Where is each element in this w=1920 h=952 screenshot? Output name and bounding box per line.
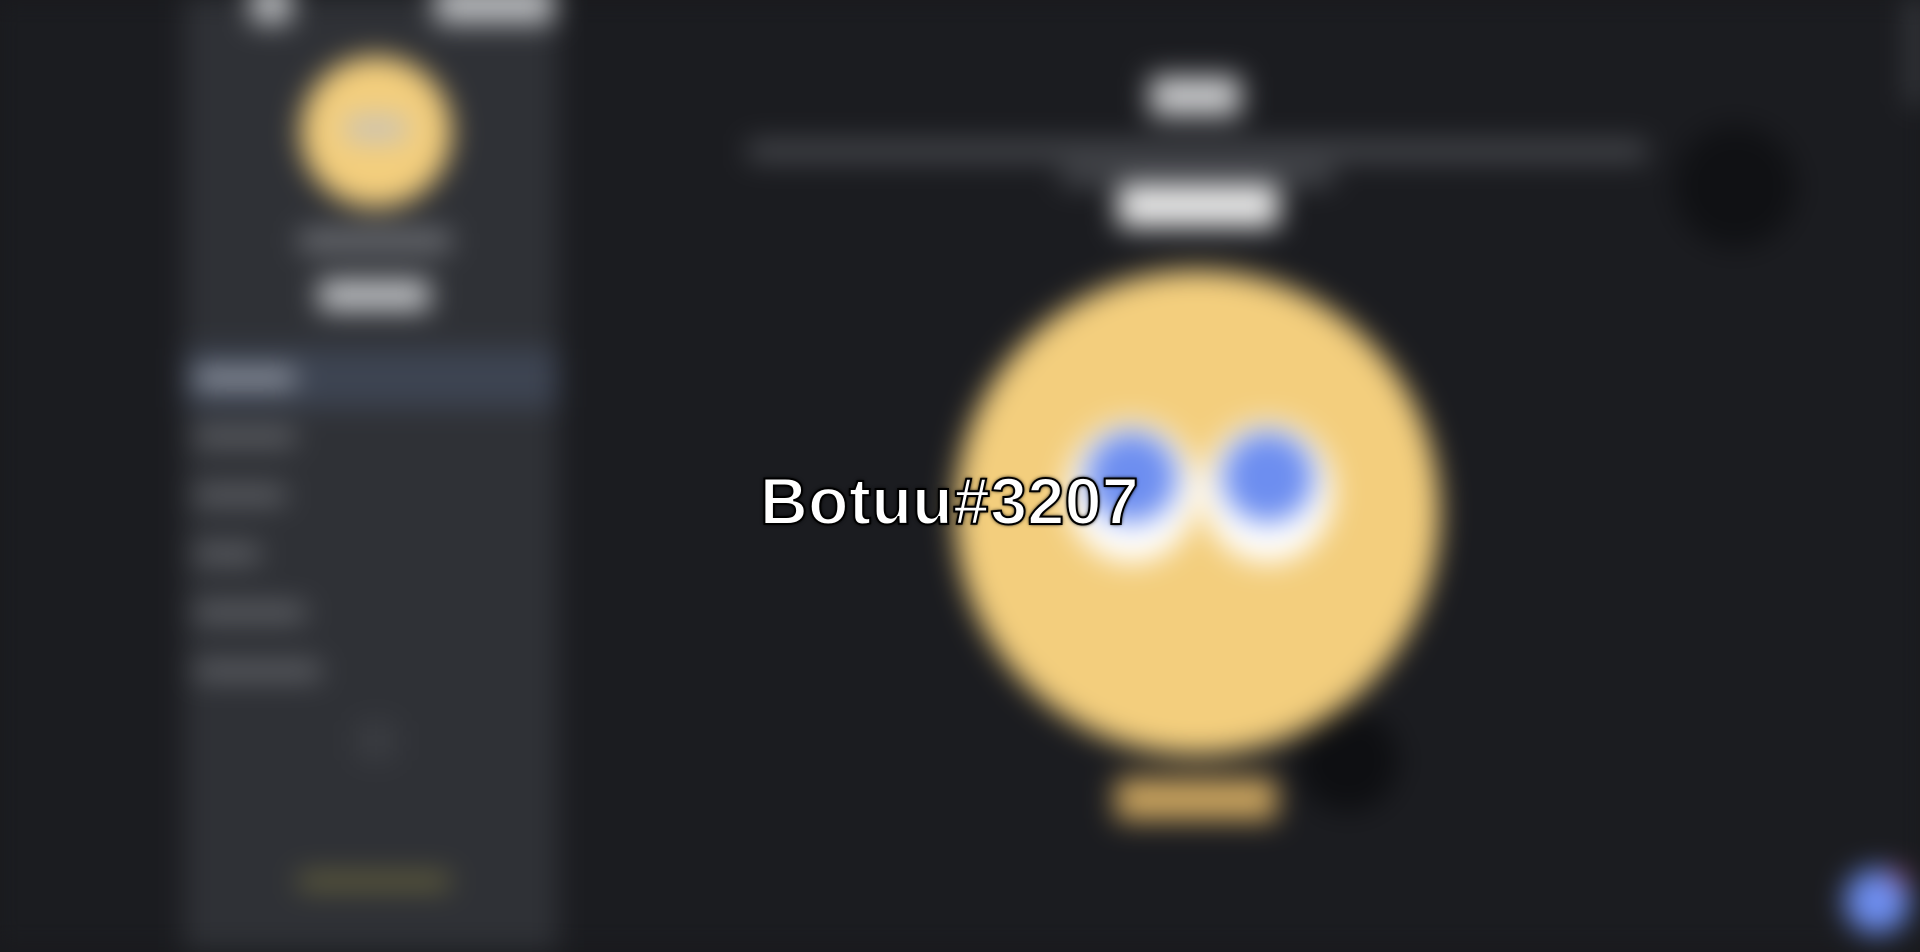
- primary-button[interactable]: [1117, 185, 1280, 228]
- action-button[interactable]: [1115, 778, 1278, 821]
- sidebar-top-button[interactable]: [434, 0, 554, 24]
- avatar-label: [345, 116, 407, 141]
- sidebar-item[interactable]: [184, 466, 558, 525]
- sidebar-footer-link[interactable]: [298, 873, 450, 889]
- sidebar-item[interactable]: [184, 348, 559, 408]
- username-overlay: Botuu#3207: [759, 463, 1140, 539]
- page-description: [747, 141, 1647, 160]
- notification-dot: [1891, 870, 1906, 886]
- assistant-icon[interactable]: [1844, 868, 1910, 934]
- profile-tag-button[interactable]: [318, 280, 430, 311]
- sidebar-item[interactable]: [184, 525, 558, 584]
- eye: [1202, 421, 1334, 563]
- profile-name: [299, 229, 451, 252]
- plus-icon[interactable]: [356, 720, 397, 761]
- sidebar-item[interactable]: [184, 407, 558, 466]
- page-title: [1149, 76, 1241, 117]
- sidebar-item[interactable]: [184, 583, 558, 642]
- sidebar-nav: [184, 348, 559, 701]
- sidebar-item[interactable]: [184, 642, 558, 701]
- sidebar-top-button[interactable]: [250, 0, 292, 24]
- avatar: [300, 55, 452, 208]
- page-description: [1061, 166, 1334, 186]
- scrollbar[interactable]: [1907, 0, 1920, 107]
